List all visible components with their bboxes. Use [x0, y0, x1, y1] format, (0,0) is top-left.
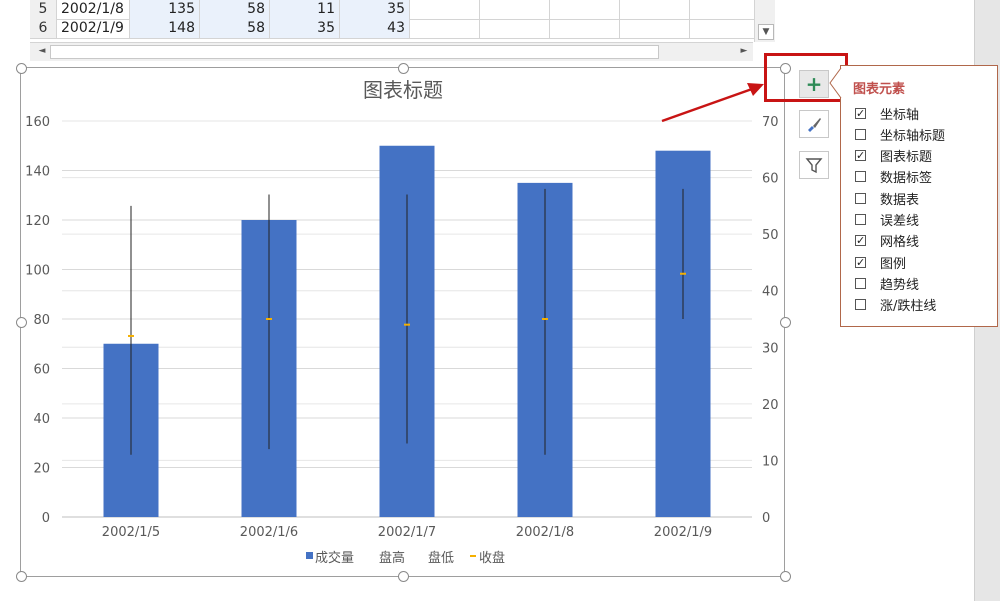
checkbox[interactable]	[855, 171, 866, 183]
checkbox[interactable]: ✓	[855, 150, 866, 162]
chart-element-option[interactable]: ✓ 网格线	[855, 232, 919, 250]
chart-element-option[interactable]: 误差线	[855, 211, 919, 229]
option-label: 图表标题	[880, 150, 933, 166]
chart-element-option[interactable]: 数据标签	[855, 168, 932, 186]
option-label: 图例	[880, 256, 907, 272]
chart-element-option[interactable]: 趋势线	[855, 274, 920, 293]
checkbox[interactable]	[855, 128, 866, 140]
option-label: 坐标轴	[880, 107, 920, 123]
checkbox[interactable]	[855, 214, 866, 225]
checkbox[interactable]	[855, 277, 866, 289]
option-label: 数据标签	[880, 171, 933, 187]
option-label: 网格线	[880, 235, 920, 251]
checkbox[interactable]: ✓	[855, 235, 866, 247]
option-label: 趋势线	[880, 277, 920, 293]
option-label: 数据表	[880, 192, 920, 208]
checkbox[interactable]	[855, 192, 866, 204]
option-label: 涨/跌柱线	[880, 299, 937, 315]
chart-element-option[interactable]: ✓ 图表标题	[855, 147, 932, 165]
chart-element-option[interactable]: ✓ 图例	[855, 253, 907, 272]
option-label: 坐标轴标题	[880, 128, 946, 144]
chart-element-option[interactable]: 涨/跌柱线	[855, 296, 936, 314]
arrow-line	[661, 87, 753, 123]
chart-element-option[interactable]: ✓ 坐标轴	[855, 104, 920, 123]
panel-title: 图表元素	[853, 82, 906, 97]
chart-element-option[interactable]: 数据表	[855, 189, 920, 208]
option-label: 误差线	[880, 214, 920, 229]
checkbox[interactable]: ✓	[855, 107, 866, 119]
checkbox[interactable]: ✓	[855, 256, 866, 268]
chart-element-option[interactable]: 坐标轴标题	[855, 125, 946, 144]
panel-pointer	[829, 68, 842, 98]
chart-elements-panel: 图表元素 ✓ 坐标轴坐标轴标题 ✓ 图表标题数据标签数据表误差线 ✓ 网格线 ✓ 图例趋势线涨…	[840, 65, 998, 327]
checkbox[interactable]	[855, 299, 866, 311]
